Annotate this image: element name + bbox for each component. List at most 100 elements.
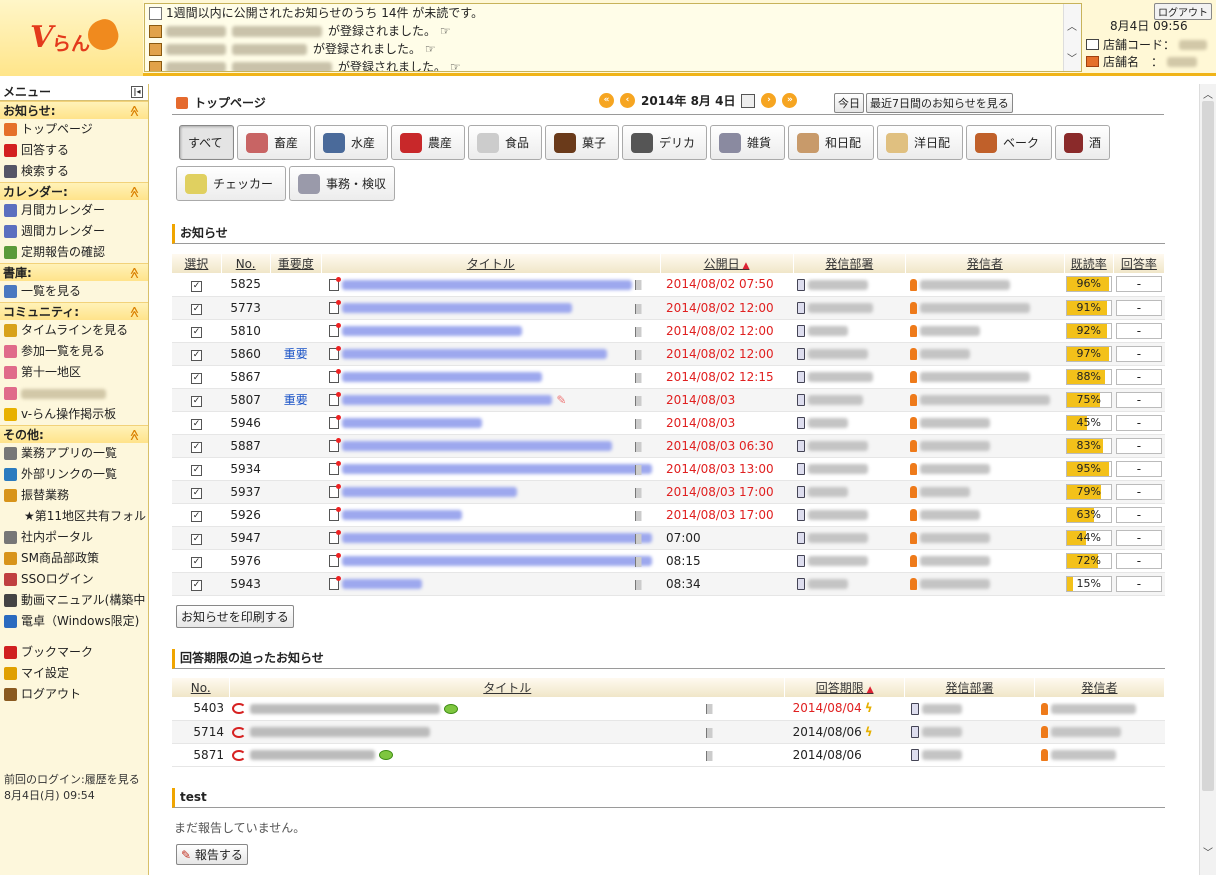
column-header[interactable]: タイトル [229, 678, 786, 697]
category-button[interactable]: 菓子 [545, 125, 619, 160]
category-button[interactable]: 和日配 [788, 125, 874, 160]
sidebar-section-header[interactable]: コミュニティ: ≪ [0, 302, 148, 320]
table-row[interactable]: ✓ 5773 2014/08/02 12:00 91% - [172, 296, 1165, 320]
category-button[interactable]: 事務・検収 [289, 166, 395, 201]
category-button[interactable]: デリカ [622, 125, 707, 160]
flag-icon[interactable] [705, 727, 715, 738]
select-checkbox[interactable]: ✓ [191, 396, 203, 407]
category-button[interactable]: 畜産 [237, 125, 311, 160]
collapse-menu-icon[interactable]: |◂ [131, 86, 143, 98]
select-checkbox[interactable]: ✓ [191, 442, 203, 453]
flag-icon[interactable] [635, 280, 645, 290]
select-checkbox[interactable]: ✓ [191, 350, 203, 361]
flag-icon[interactable] [635, 510, 645, 521]
table-row[interactable]: ✓ 5943 08:34 15% - [172, 572, 1165, 596]
sidebar-item[interactable]: 電卓（Windows限定) [0, 611, 148, 632]
column-header[interactable]: 回答期限 ▲ [784, 678, 906, 697]
category-button[interactable]: チェッカー [176, 166, 286, 201]
collapse-icon[interactable]: ≪ [125, 306, 143, 318]
sidebar-item[interactable]: ★第11地区共有フォル [0, 506, 148, 527]
table-row[interactable]: ✓ 5937 2014/08/03 17:00 79% - [172, 480, 1165, 504]
category-button[interactable]: すべて [179, 125, 234, 160]
notice-title-link[interactable] [342, 395, 553, 405]
column-header[interactable]: 発信部署 [904, 678, 1035, 697]
table-row[interactable]: 5871 2014/08/06 [172, 743, 1165, 767]
notice-title-link[interactable] [249, 750, 375, 760]
sidebar-item[interactable]: マイ設定 [0, 663, 148, 684]
prev-day-icon[interactable]: ‹ [620, 93, 635, 108]
select-checkbox[interactable]: ✓ [191, 511, 203, 522]
table-row[interactable]: ✓ 5810 2014/08/02 12:00 92% - [172, 319, 1165, 343]
flag-icon[interactable] [635, 372, 645, 383]
flag-icon[interactable] [635, 303, 645, 314]
table-row[interactable]: ✓ 5926 2014/08/03 17:00 63% - [172, 503, 1165, 527]
column-header[interactable]: 発信者 [905, 254, 1065, 273]
select-checkbox[interactable]: ✓ [191, 327, 203, 338]
select-checkbox[interactable]: ✓ [191, 488, 203, 499]
sidebar-section-header[interactable]: カレンダー: ≪ [0, 182, 148, 200]
column-header[interactable]: 発信部署 [793, 254, 907, 273]
flag-icon[interactable] [635, 464, 645, 475]
select-checkbox[interactable]: ✓ [191, 580, 203, 591]
column-header[interactable]: No. [172, 678, 231, 697]
scroll-down-icon[interactable]: ﹀ [1203, 844, 1213, 859]
page-scrollbar[interactable]: ︿ ﹀ [1199, 84, 1216, 875]
category-button[interactable]: 雑貨 [710, 125, 785, 160]
select-checkbox[interactable]: ✓ [191, 280, 203, 292]
select-checkbox[interactable]: ✓ [191, 373, 203, 384]
report-button[interactable]: ✎ 報告する [176, 844, 248, 865]
ticker-row[interactable]: が登録されました。 ☞ [145, 22, 1081, 40]
flag-icon[interactable] [635, 418, 645, 429]
sidebar-item[interactable]: 振替業務 [0, 485, 148, 506]
table-row[interactable]: ✓ 5947 07:00 44% - [172, 526, 1165, 550]
sidebar-item[interactable]: トップページ [0, 119, 148, 140]
table-row[interactable]: ✓ 5946 2014/08/03 45% - [172, 411, 1165, 435]
next-day-icon[interactable]: › [761, 93, 777, 108]
sidebar-item[interactable]: 参加一覧を見る [0, 341, 148, 362]
sidebar-item[interactable]: 定期報告の確認 [0, 242, 148, 263]
ticker-row[interactable]: 1週間以内に公開されたお知らせのうち 14件 が未読です。 [145, 4, 1081, 22]
category-button[interactable]: 農産 [391, 125, 465, 160]
collapse-icon[interactable]: ≪ [125, 429, 143, 441]
logo[interactable]: V らん [0, 0, 143, 76]
category-button[interactable]: ベーク [966, 125, 1052, 160]
select-checkbox[interactable]: ✓ [191, 304, 203, 315]
flag-icon[interactable] [635, 579, 645, 590]
table-row[interactable]: ✓ 5887 2014/08/03 06:30 83% - [172, 434, 1165, 458]
ticker-row[interactable]: が登録されました。 ☞ [145, 58, 1081, 71]
flag-icon[interactable] [705, 704, 715, 714]
collapse-icon[interactable]: ≪ [125, 186, 143, 198]
sidebar-item[interactable]: v-らん操作掲示板 [0, 404, 148, 425]
sidebar-item[interactable]: 回答する [0, 140, 148, 161]
flag-icon[interactable] [635, 533, 645, 544]
flag-icon[interactable] [635, 395, 645, 406]
notice-title-link[interactable] [342, 556, 653, 566]
sidebar-item[interactable]: ログアウト [0, 684, 148, 705]
sidebar-item[interactable]: 月間カレンダー [0, 200, 148, 221]
column-header[interactable]: 既読率 [1064, 254, 1114, 273]
select-checkbox[interactable]: ✓ [191, 557, 203, 568]
category-button[interactable]: 水産 [314, 125, 388, 160]
notice-title-link[interactable] [342, 579, 423, 589]
column-header[interactable]: 発信者 [1034, 678, 1165, 697]
category-button[interactable]: 洋日配 [877, 125, 963, 160]
column-header[interactable]: No. [221, 254, 271, 273]
column-header[interactable]: 重要度 [270, 254, 322, 273]
select-checkbox[interactable]: ✓ [191, 534, 203, 545]
notice-title-link[interactable] [342, 533, 653, 543]
recent-7days-button[interactable]: 最近7日間のお知らせを見る [866, 93, 1013, 113]
notice-title-link[interactable] [342, 372, 543, 382]
sidebar-item[interactable]: 外部リンクの一覧 [0, 464, 148, 485]
scroll-thumb[interactable] [1202, 101, 1214, 791]
ticker-row[interactable]: が登録されました。 ☞ [145, 40, 1081, 58]
table-row[interactable]: ✓ 5860 重要 2014/08/02 12:00 97% - [172, 342, 1165, 366]
sidebar-section-header[interactable]: その他: ≪ [0, 425, 148, 443]
sidebar-section-header[interactable]: お知らせ: ≪ [0, 101, 148, 119]
flag-icon[interactable] [635, 326, 645, 337]
next-week-icon[interactable]: » [782, 93, 798, 108]
sidebar-item[interactable]: 動画マニュアル(構築中 [0, 590, 148, 611]
notice-title-link[interactable] [249, 727, 430, 737]
sidebar-item[interactable]: 業務アプリの一覧 [0, 443, 148, 464]
table-row[interactable]: 5714 2014/08/06 ϟ [172, 720, 1165, 744]
calendar-icon[interactable] [741, 93, 756, 108]
